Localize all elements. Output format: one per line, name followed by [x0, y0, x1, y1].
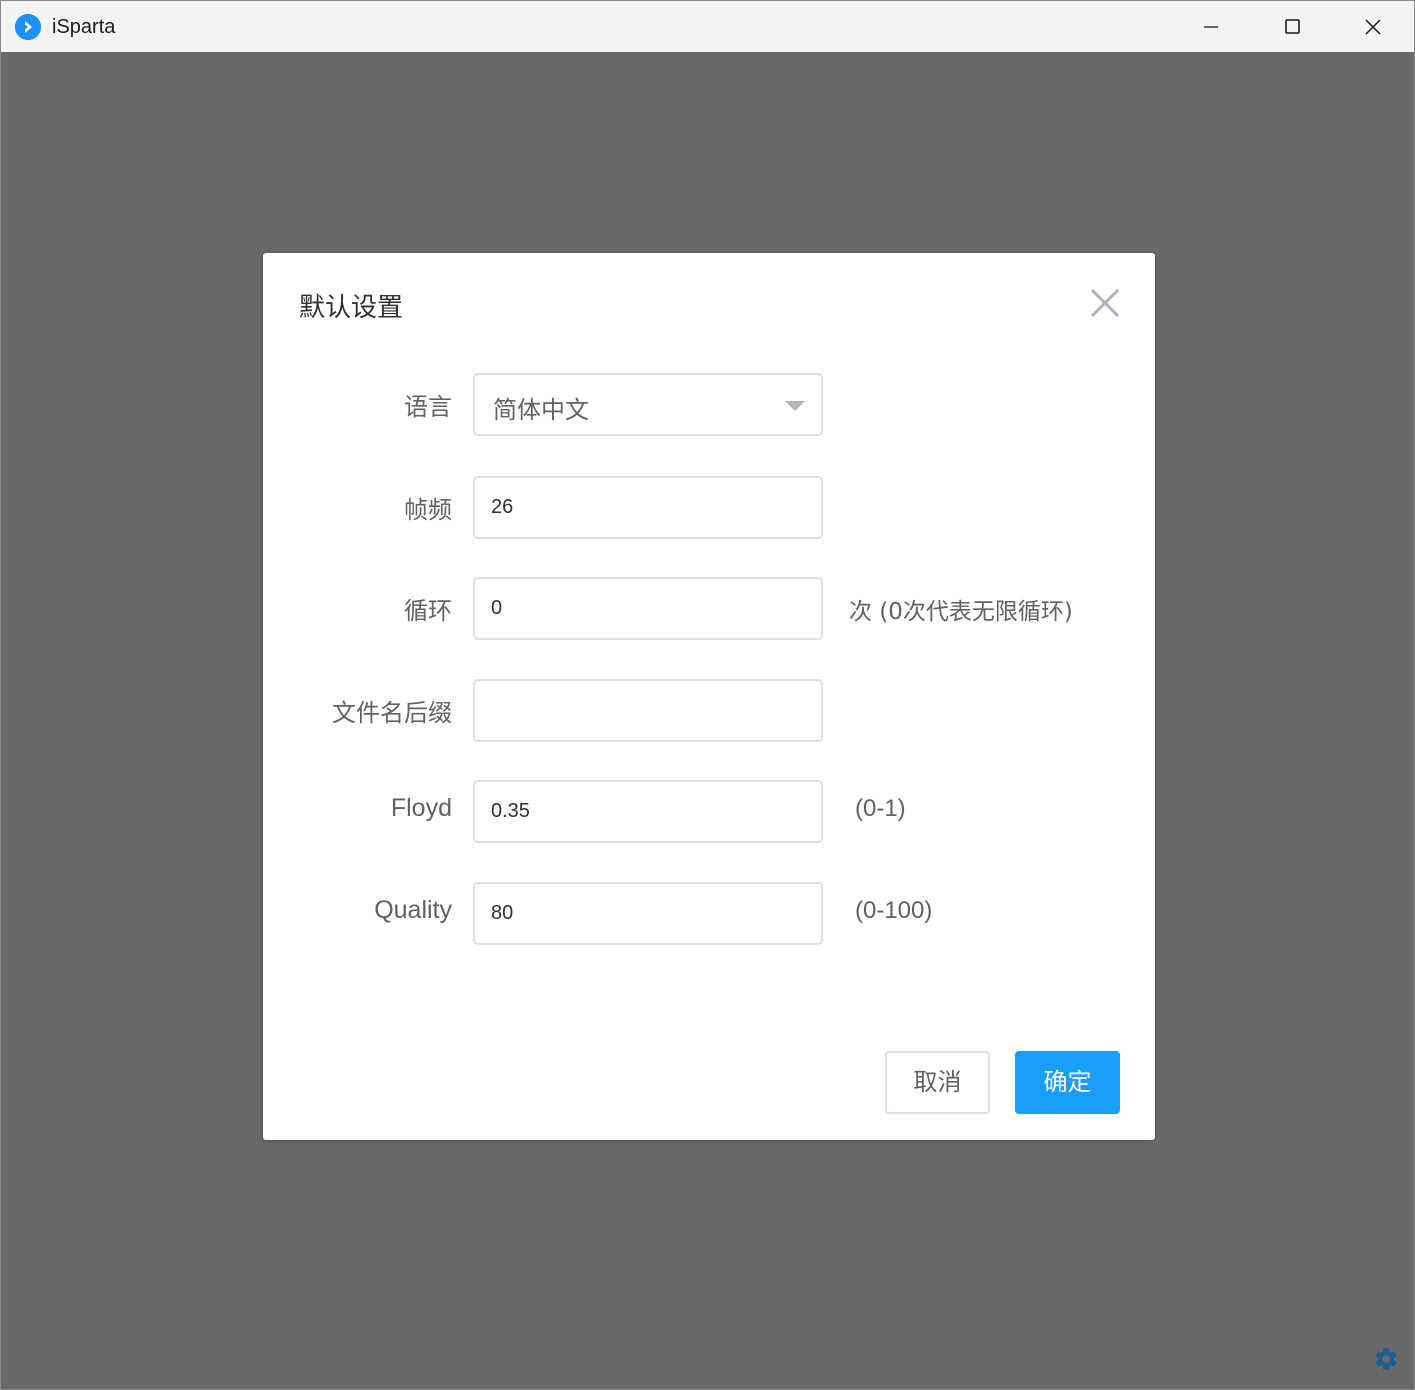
- loop-label: 循环: [404, 597, 452, 625]
- form-row-language: 语言 简体中文: [263, 373, 1155, 437]
- app-window: iSparta 默认设置 语言 简体中文 帧频 26 循环 0 次 (0次代表无…: [0, 0, 1415, 1390]
- floyd-input[interactable]: [473, 780, 823, 843]
- suffix-label: 文件名后缀: [332, 699, 452, 727]
- form-row-floyd: Floyd (0-1): [263, 780, 1155, 844]
- form-row-quality: Quality (0-100): [263, 882, 1155, 946]
- suffix-input[interactable]: [473, 679, 823, 742]
- quality-input[interactable]: [473, 882, 823, 945]
- default-settings-dialog: 默认设置 语言 简体中文 帧频 循环 次 (0次代表: [263, 253, 1155, 1140]
- title-bar: iSparta: [1, 1, 1414, 52]
- form-row-framerate: 帧频: [263, 476, 1155, 540]
- quality-hint: (0-100): [855, 897, 933, 924]
- close-icon: [1365, 19, 1381, 35]
- close-x-icon: [1090, 288, 1120, 318]
- loop-hint: 次 (0次代表无限循环): [849, 599, 1073, 625]
- language-select[interactable]: 简体中文: [473, 373, 823, 436]
- language-select-value: 简体中文: [493, 396, 589, 424]
- minimize-icon: [1204, 26, 1218, 28]
- chevron-down-icon: [785, 401, 805, 411]
- confirm-button[interactable]: 确定: [1015, 1051, 1120, 1114]
- form-row-loop: 循环 次 (0次代表无限循环): [263, 577, 1155, 641]
- maximize-button[interactable]: [1252, 1, 1332, 52]
- dialog-close-button[interactable]: [1087, 285, 1123, 321]
- framerate-input[interactable]: [473, 476, 823, 539]
- language-label: 语言: [404, 393, 452, 421]
- app-logo-icon: [15, 14, 41, 40]
- cancel-button[interactable]: 取消: [885, 1051, 990, 1114]
- maximize-icon: [1285, 19, 1300, 34]
- dialog-title: 默认设置: [299, 293, 404, 323]
- quality-label: Quality: [374, 896, 452, 924]
- form-row-suffix: 文件名后缀: [263, 679, 1155, 743]
- gear-icon[interactable]: [1373, 1346, 1399, 1372]
- minimize-button[interactable]: [1171, 1, 1251, 52]
- close-window-button[interactable]: [1333, 1, 1413, 52]
- floyd-hint: (0-1): [855, 795, 906, 822]
- window-title: iSparta: [52, 16, 116, 38]
- framerate-label: 帧频: [404, 496, 452, 524]
- loop-input[interactable]: [473, 577, 823, 640]
- floyd-label: Floyd: [390, 794, 452, 822]
